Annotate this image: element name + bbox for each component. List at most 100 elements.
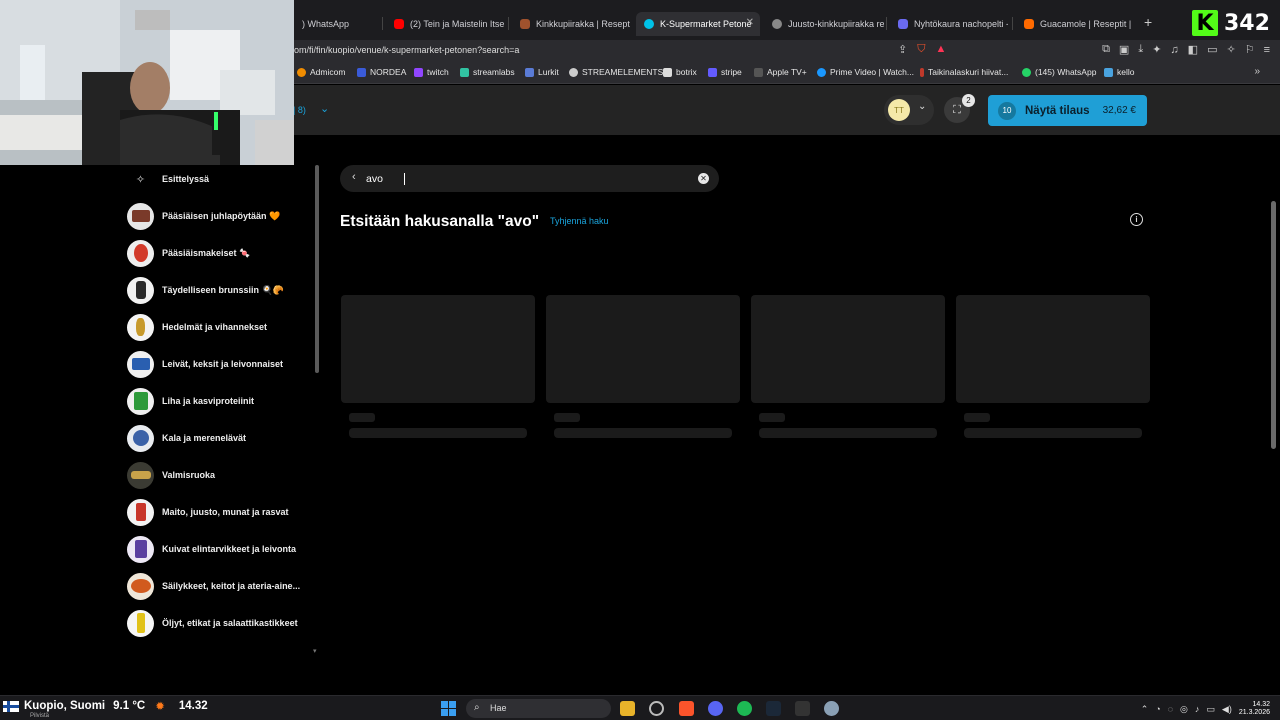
bookmark-nordea[interactable]: NORDEA (357, 67, 406, 77)
bookmark-streamlabs[interactable]: streamlabs (460, 67, 515, 77)
fish-icon (127, 424, 154, 452)
sidebar-item-valmisruoka[interactable]: Valmisruoka (127, 461, 215, 489)
sidebar-item-maito[interactable]: Maito, juusto, munat ja rasvat (127, 498, 289, 526)
tab-youtube[interactable]: (2) Tein ja Maistelin Itsetel (386, 12, 504, 36)
bookmark-prime-video[interactable]: Prime Video | Watch... (817, 67, 914, 77)
brave-shield-icon[interactable]: ⛉ (917, 43, 925, 56)
sidebar-item-liha[interactable]: Liha ja kasviproteiinit (127, 387, 254, 415)
avatar[interactable]: TT (888, 99, 910, 121)
sidebar-item-label: Hedelmät ja vihannekset (162, 322, 268, 332)
menu-icon[interactable]: ≡ (1264, 44, 1270, 56)
epic-games-icon[interactable] (795, 701, 810, 716)
chevron-up-icon[interactable]: ⌃ (1141, 704, 1149, 715)
bookmark-taikinalaskuri[interactable]: Taikinalaskuri hiivat... (920, 67, 1008, 77)
discord-icon[interactable] (708, 701, 723, 716)
screenshot-icon[interactable]: ▣ (1119, 43, 1129, 56)
file-explorer-icon[interactable] (620, 701, 635, 716)
music-icon[interactable]: ♫ (1170, 44, 1178, 56)
settings-icon[interactable] (824, 701, 839, 716)
volume-icon[interactable]: ◀) (1222, 704, 1232, 715)
sidebar-item-taydelliseen-brunssiin[interactable]: Täydelliseen brunssiin 🍳🥐 (127, 276, 284, 304)
sidebar-item-oljyt[interactable]: Öljyt, etikat ja salaattikastikkeet (127, 609, 298, 637)
sidebar-item-esittelyssa[interactable]: ✧ Esittelyssä (127, 165, 209, 193)
display-icon[interactable]: ▭ (1206, 704, 1215, 715)
mic-icon[interactable]: ♪ (1195, 704, 1200, 714)
viewer-count: 342 (1224, 10, 1270, 36)
wallet-icon[interactable]: ▭ (1207, 43, 1217, 56)
price-skeleton (759, 413, 785, 422)
tab-guacamole[interactable]: Guacamole | Reseptit | K- (1016, 12, 1134, 36)
windows-start-icon[interactable] (441, 701, 456, 716)
search-results-area: ‹ ✕ Etsitään hakusanalla "avo" Tyhjennä … (320, 135, 1268, 695)
sidebar-item-leivat[interactable]: Leivät, keksit ja leivonnaiset (127, 350, 283, 378)
bookmark-stripe[interactable]: stripe (708, 67, 742, 77)
kick-viewer-overlay: K 342 (1192, 10, 1270, 36)
leo-icon[interactable]: ✧ (1226, 43, 1235, 56)
bookmark-twitch[interactable]: twitch (414, 67, 449, 77)
back-arrow-icon[interactable]: ‹ (352, 171, 356, 183)
bookmark-apple-tv[interactable]: Apple TV+ (754, 67, 807, 77)
sidebar-item-paasiaisen-juhlapoytaan[interactable]: Pääsiäisen juhlapöytään 🧡 (127, 202, 280, 230)
chevron-down-icon[interactable]: ⌄ (918, 101, 926, 112)
close-tab-icon[interactable]: ✕ (746, 17, 754, 28)
page-scrollbar[interactable] (1268, 135, 1280, 695)
extensions-icon[interactable]: ⧉ (1102, 43, 1110, 56)
sidebar-item-sailykkeet[interactable]: Säilykkeet, keitot ja ateria-aine... (127, 572, 300, 600)
bookmark-streamelements[interactable]: STREAMELEMENTS (569, 67, 663, 77)
share-icon[interactable]: ⇪ (898, 43, 907, 56)
bookmark-lurkit[interactable]: Lurkit (525, 67, 559, 77)
webcam-overlay (0, 0, 294, 165)
wifi-icon[interactable]: ◌ (1168, 704, 1173, 714)
sidebar-scrollbar[interactable] (315, 165, 319, 373)
chevron-down-icon[interactable]: ⌄ (320, 102, 329, 115)
webcam-feed-image (0, 0, 294, 165)
tab-nyhtokaura[interactable]: Nyhtökaura nachopelti - V (890, 12, 1008, 36)
sidebar-item-label: Liha ja kasviproteiinit (162, 396, 255, 406)
scroll-down-arrow-icon[interactable]: ▾ (313, 647, 317, 655)
steam-tray-icon[interactable]: ◎ (1180, 704, 1188, 715)
tab-title: Juusto-kinkkupiirakka resu (788, 19, 884, 29)
sidebar-item-kuivat-elintarvikkeet[interactable]: Kuivat elintarvikkeet ja leivonta (127, 535, 296, 563)
sidebar-icon[interactable]: ◧ (1188, 43, 1198, 56)
overlay-clock: 14.32 (178, 700, 208, 712)
brave-rewards-icon[interactable]: ▲ (935, 43, 946, 56)
sidebar-item-hedelmat-ja-vihannekset[interactable]: Hedelmät ja vihannekset (127, 313, 267, 341)
tab-whatsapp[interactable]: ) WhatsApp (294, 12, 374, 36)
bookmark-botrix[interactable]: botrix (663, 67, 697, 77)
tab-k-supermarket[interactable]: K-Supermarket Petone ✕ (636, 12, 760, 36)
product-card-skeleton (956, 295, 1150, 403)
new-tab-button[interactable]: + (1144, 14, 1152, 30)
header-cart-count[interactable]: | 8) (293, 105, 306, 115)
bookmark-whatsapp[interactable]: (145) WhatsApp (1022, 67, 1096, 77)
bookmark-kello[interactable]: kello (1104, 67, 1134, 77)
clear-search-link[interactable]: Tyhjennä haku (550, 216, 609, 226)
dry-goods-icon (127, 535, 154, 563)
sidebar-item-paasiaismakeiset[interactable]: Pääsiäismakeiset 🍬 (127, 239, 250, 267)
spotify-icon[interactable] (737, 701, 752, 716)
tab-juusto-kinkkupiirakka[interactable]: Juusto-kinkkupiirakka resu (764, 12, 884, 36)
network-icon[interactable]: ◔ (1155, 704, 1160, 714)
taskbar-search[interactable]: ⌕ Hae (466, 699, 611, 718)
search-box: ‹ ✕ (340, 165, 719, 192)
download-icon[interactable]: ⤓ (1138, 43, 1143, 56)
sidebar-item-kala[interactable]: Kala ja merenelävät (127, 424, 246, 452)
bookmarks-more-icon[interactable]: » (1254, 66, 1260, 77)
puzzle-icon[interactable]: ✦ (1152, 43, 1161, 56)
ready-meal-icon (127, 461, 154, 489)
bookmark-admicom[interactable]: Admicom (297, 67, 345, 77)
obs-icon[interactable] (649, 701, 664, 716)
info-icon[interactable]: i (1130, 213, 1143, 226)
scrollbar-thumb[interactable] (1271, 201, 1276, 449)
sidebar-item-label: Leivät, keksit ja leivonnaiset (162, 359, 284, 369)
view-order-button[interactable]: 10 Näytä tilaus 32,62 € (988, 95, 1147, 126)
address-bar[interactable]: om/fi/fin/kuopio/venue/k-supermarket-pet… (294, 45, 519, 55)
system-clock[interactable]: 14.32 21.3.2026 (1239, 701, 1270, 717)
steam-icon[interactable] (766, 701, 781, 716)
tab-kinkkupiirakka[interactable]: Kinkkupiirakka | Reseptit | (512, 12, 630, 36)
vpn-icon[interactable]: ⚐ (1245, 43, 1255, 56)
search-input[interactable] (366, 169, 686, 188)
clear-search-icon[interactable]: ✕ (698, 173, 709, 184)
sidebar-item-label: Pääsiäisen juhlapöytään 🧡 (162, 210, 281, 221)
brave-browser-icon[interactable] (679, 701, 694, 716)
weather-widget[interactable]: Kuopio, Suomi 9.1 °C ✹ 14.32 (3, 699, 208, 713)
